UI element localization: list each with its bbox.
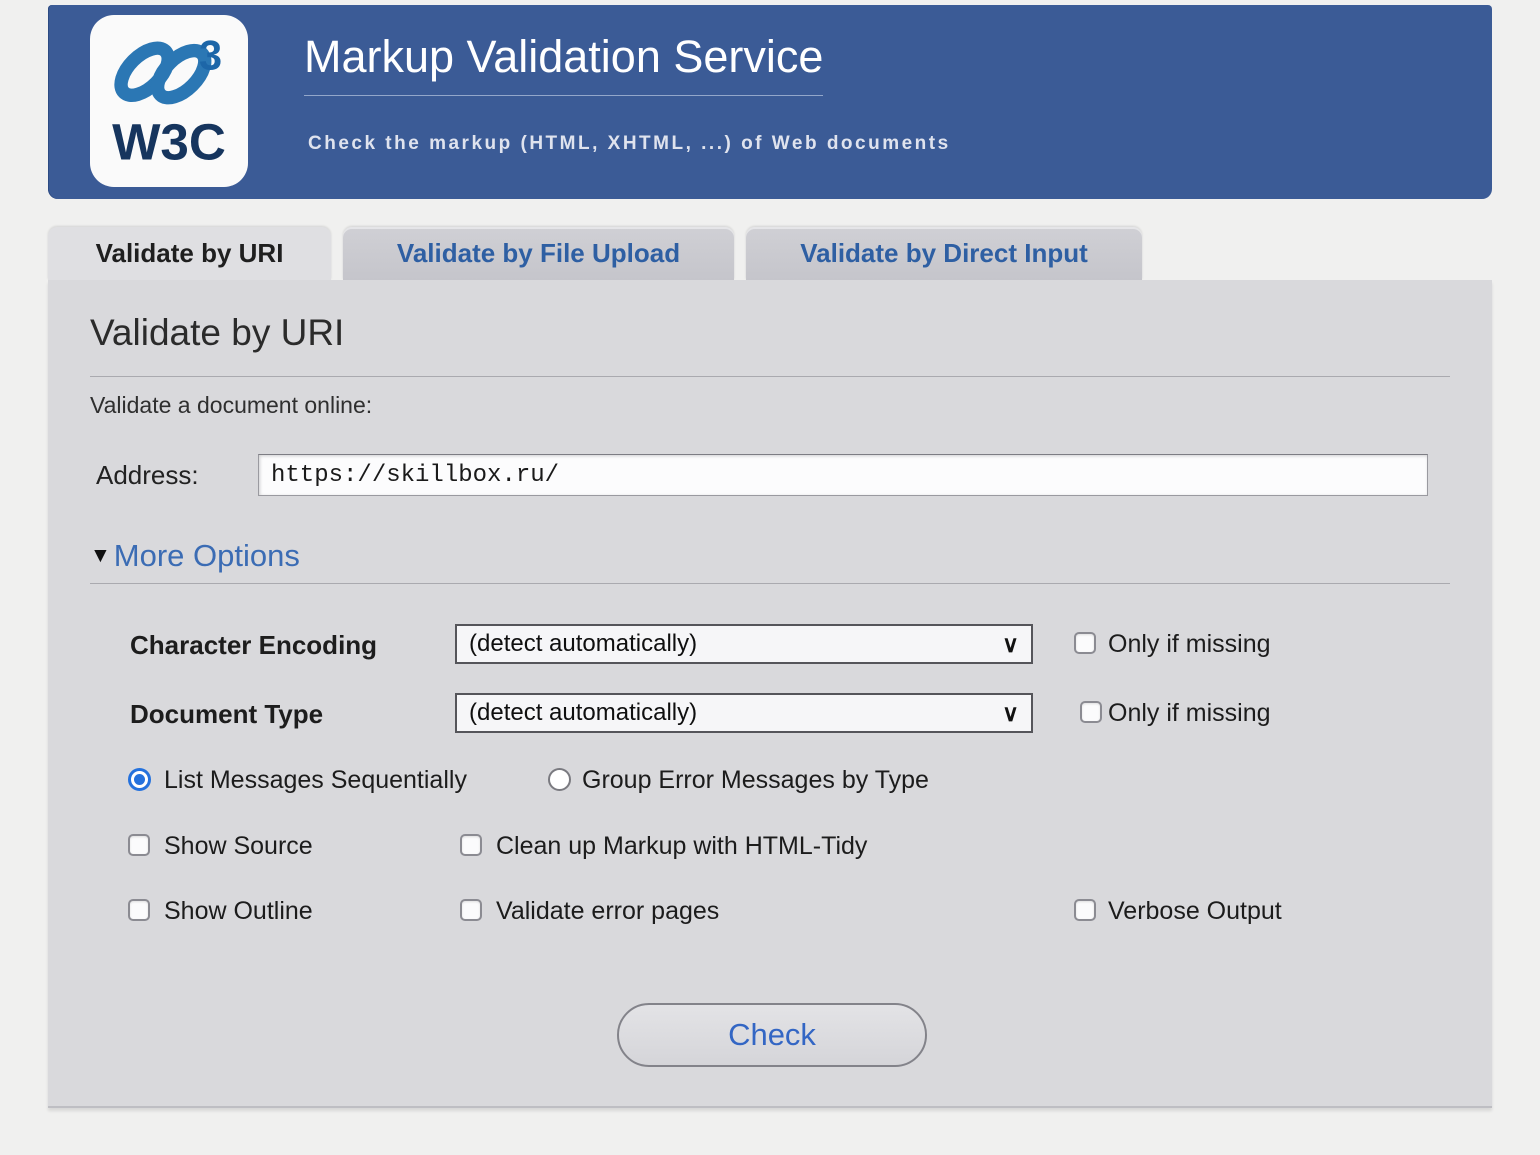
triangle-down-icon: ▼ (90, 544, 111, 568)
divider (90, 583, 1450, 584)
more-options-label: More Options (114, 538, 300, 574)
validate-by-uri-panel: Validate by URI Validate a document onli… (48, 280, 1492, 1108)
page-header: 3 W3C Markup Validation Service Check th… (48, 5, 1492, 199)
validate-error-pages-checkbox[interactable] (460, 899, 482, 921)
show-outline-checkbox[interactable] (128, 899, 150, 921)
encoding-only-if-missing-checkbox[interactable] (1074, 632, 1096, 654)
verbose-output-checkbox[interactable] (1074, 899, 1096, 921)
w3c-logo-icon: 3 W3C (108, 32, 230, 170)
group-error-messages-radio[interactable] (548, 768, 571, 791)
divider (90, 376, 1450, 377)
verbose-output-label: Verbose Output (1108, 897, 1282, 926)
character-encoding-select[interactable]: (detect automatically) ∨ (455, 624, 1033, 664)
document-type-label: Document Type (130, 699, 323, 730)
tab-validate-by-uri[interactable]: Validate by URI (48, 227, 331, 280)
character-encoding-label: Character Encoding (130, 630, 377, 661)
logo-superscript-3: 3 (199, 32, 222, 78)
panel-heading: Validate by URI (90, 312, 344, 354)
document-type-select[interactable]: (detect automatically) ∨ (455, 693, 1033, 733)
site-subtitle: Check the markup (HTML, XHTML, ...) of W… (308, 133, 951, 155)
intro-text: Validate a document online: (90, 392, 372, 419)
address-label: Address: (96, 460, 199, 491)
doctype-only-if-missing-checkbox[interactable] (1080, 701, 1102, 723)
validate-error-pages-label: Validate error pages (496, 897, 719, 926)
address-input[interactable] (258, 454, 1428, 496)
w3c-logo[interactable]: 3 W3C (90, 15, 248, 187)
show-outline-label: Show Outline (164, 897, 313, 926)
logo-w3c-text: W3C (112, 114, 226, 170)
chevron-down-icon: ∨ (1002, 700, 1019, 727)
clean-up-markup-label: Clean up Markup with HTML-Tidy (496, 832, 867, 861)
encoding-only-if-missing-label: Only if missing (1108, 630, 1271, 659)
site-title[interactable]: Markup Validation Service (304, 31, 823, 96)
tab-validate-by-file-upload[interactable]: Validate by File Upload (343, 227, 734, 280)
check-button[interactable]: Check (617, 1003, 927, 1067)
character-encoding-selected-value: (detect automatically) (469, 630, 697, 658)
tab-validate-by-direct-input[interactable]: Validate by Direct Input (746, 227, 1142, 280)
doctype-only-if-missing-label: Only if missing (1108, 699, 1271, 728)
radio-dot (134, 774, 145, 785)
document-type-selected-value: (detect automatically) (469, 699, 697, 727)
clean-up-markup-checkbox[interactable] (460, 834, 482, 856)
show-source-checkbox[interactable] (128, 834, 150, 856)
more-options-toggle[interactable]: ▼ More Options (90, 538, 300, 574)
list-messages-sequentially-radio[interactable] (128, 768, 151, 791)
list-messages-sequentially-label: List Messages Sequentially (164, 766, 467, 795)
group-error-messages-label: Group Error Messages by Type (582, 766, 929, 795)
validation-tabs: Validate by URI Validate by File Upload … (48, 227, 1142, 280)
show-source-label: Show Source (164, 832, 313, 861)
chevron-down-icon: ∨ (1002, 631, 1019, 658)
